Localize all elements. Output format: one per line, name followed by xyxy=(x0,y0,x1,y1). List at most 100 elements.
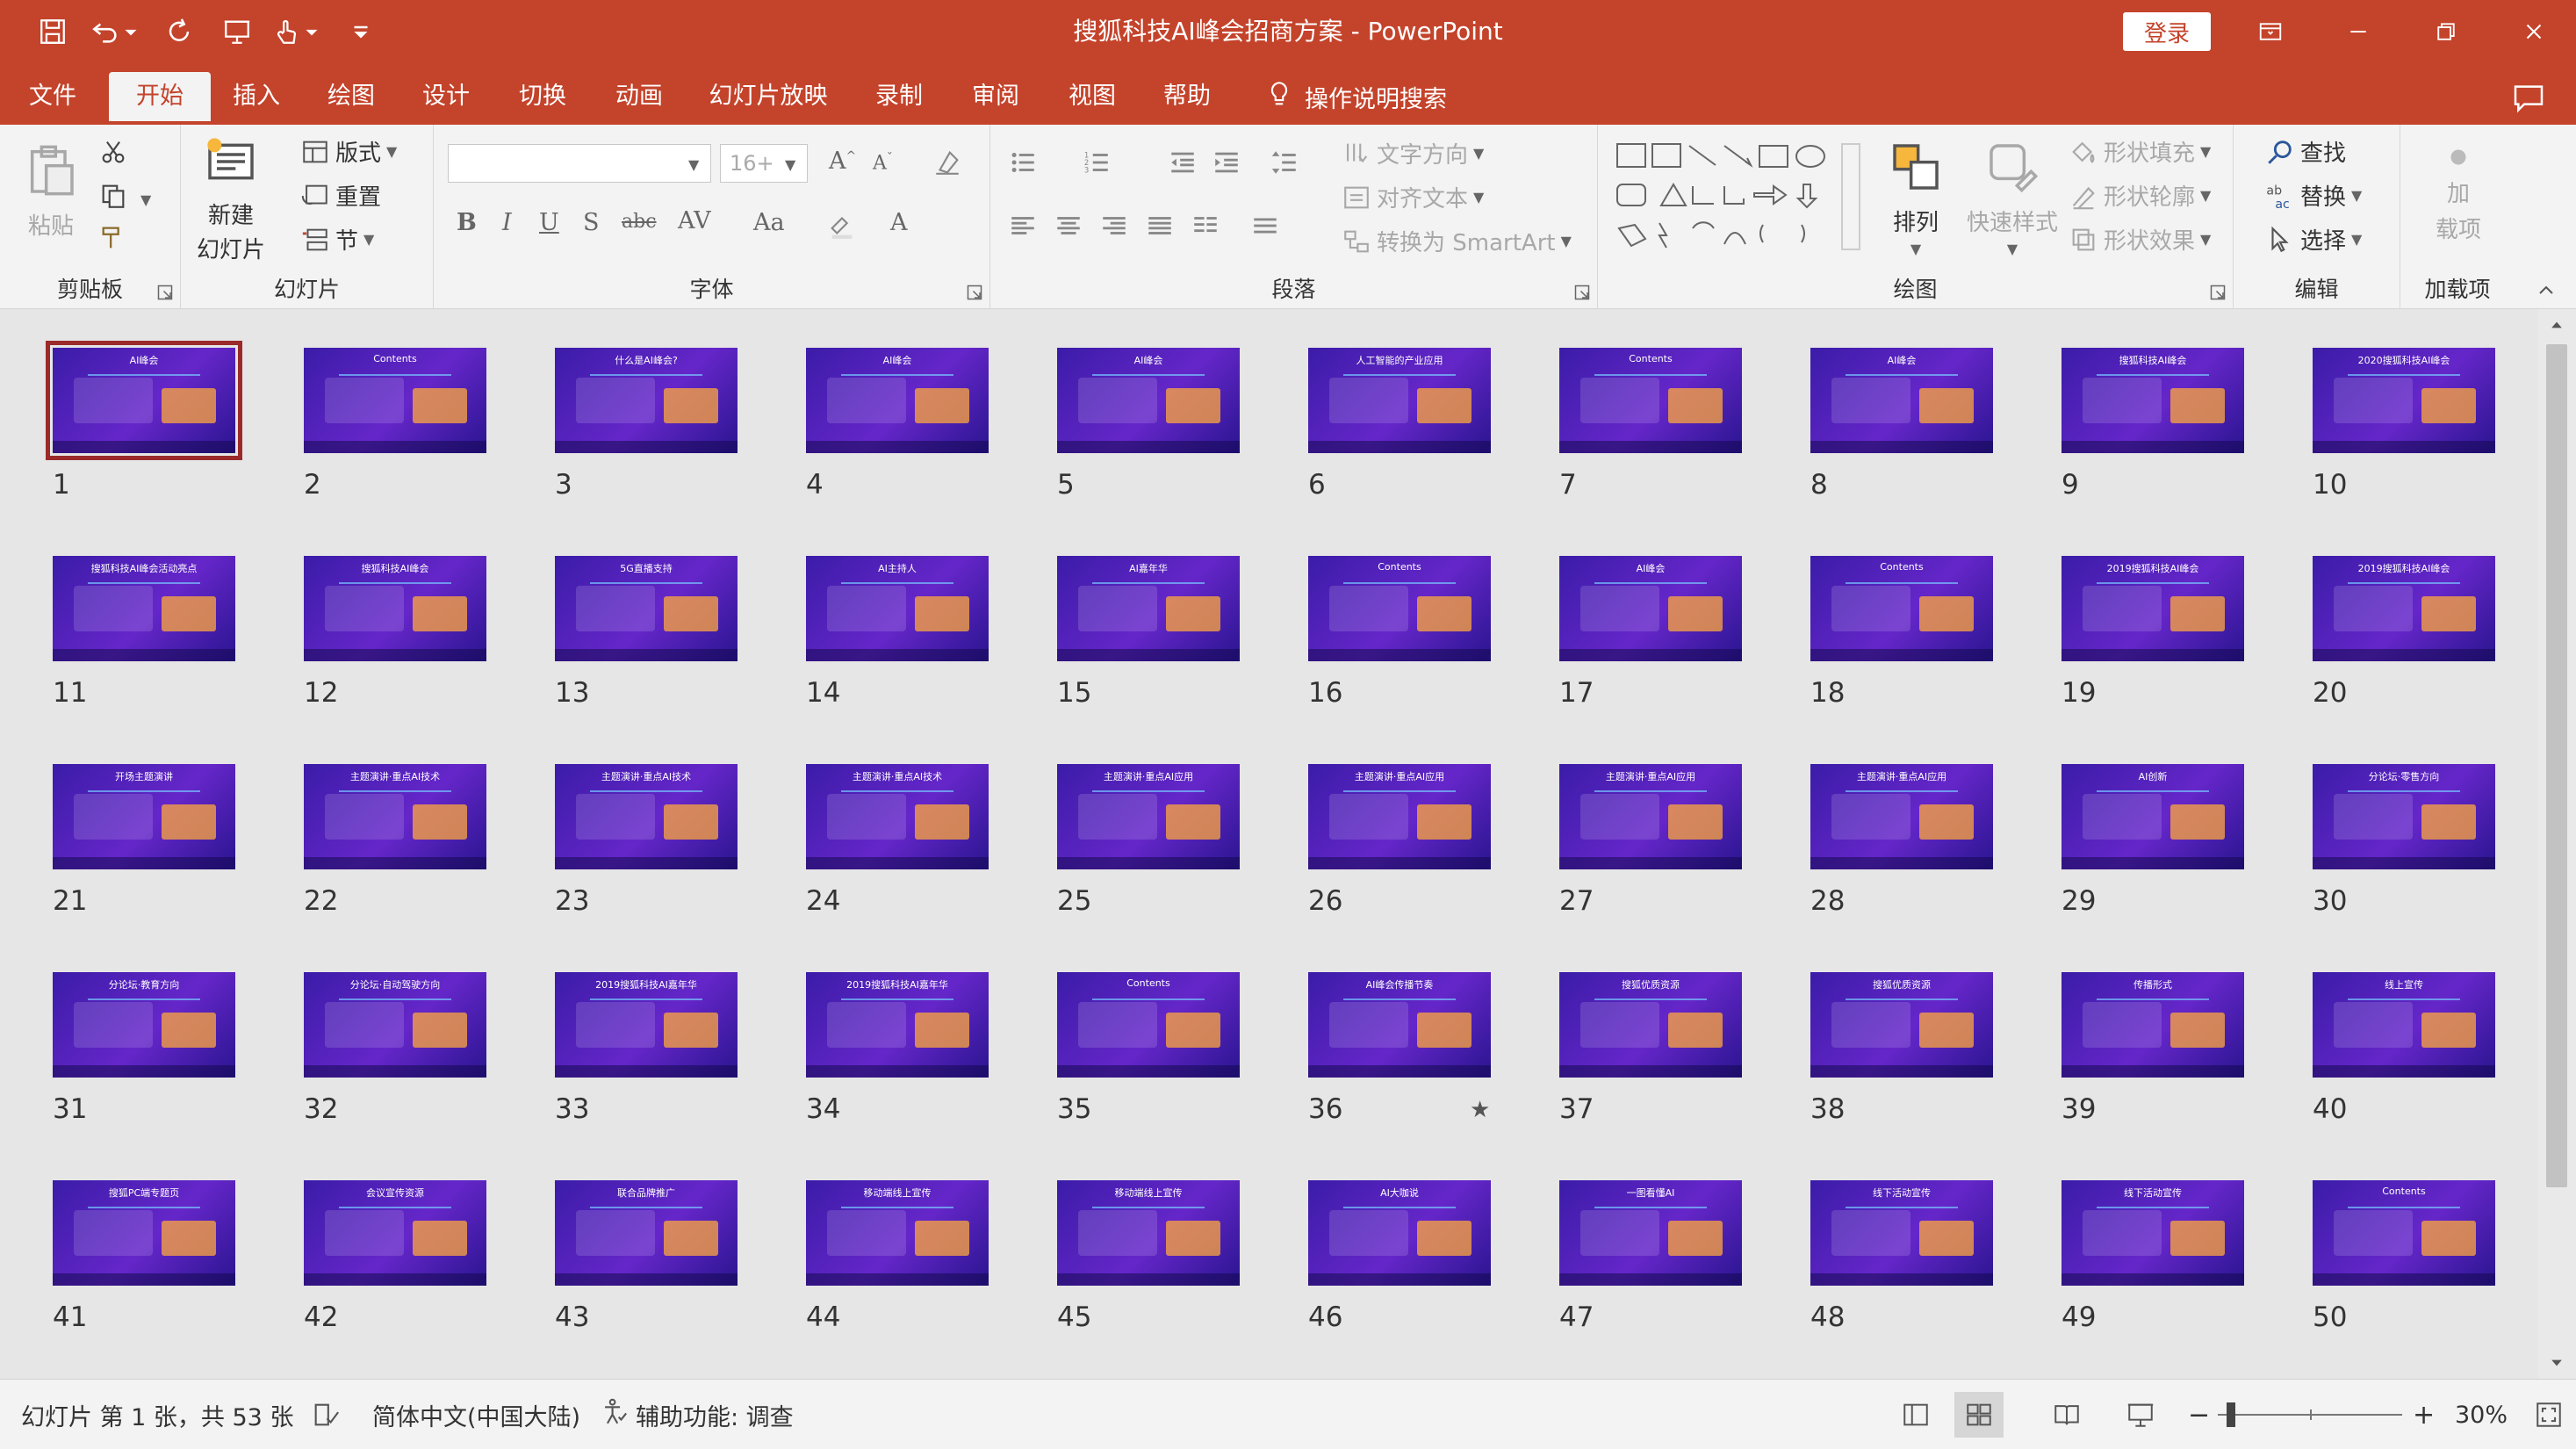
slide-thumbnail[interactable]: 搜狐优质资源 xyxy=(1810,972,1993,1078)
slide-thumbnail[interactable]: AI峰会 xyxy=(806,348,989,453)
save-icon[interactable] xyxy=(35,14,70,49)
slide-thumbnail[interactable]: 主题演讲·重点AI技术 xyxy=(555,764,738,869)
slide-thumbnail[interactable]: 线下活动宣传 xyxy=(1810,1180,1993,1286)
slide-thumbnail[interactable]: 5G直播支持 xyxy=(555,556,738,661)
slide-thumbnail[interactable]: 主题演讲·重点AI技术 xyxy=(806,764,989,869)
undo-icon[interactable] xyxy=(88,14,123,49)
touch-dropdown-icon[interactable] xyxy=(300,14,323,49)
slide-thumbnail[interactable]: 2019搜狐科技AI峰会 xyxy=(2062,556,2244,661)
replace-button[interactable]: ab ac 替换 ▼ xyxy=(2265,179,2362,212)
accessibility-status[interactable]: 辅助功能: 调查 xyxy=(599,1380,794,1449)
zoom-level[interactable]: 30% xyxy=(2455,1380,2508,1449)
tab-insert[interactable]: 插入 xyxy=(219,72,293,121)
numbering-icon[interactable]: 123 xyxy=(1082,148,1112,177)
slide-thumbnail[interactable]: Contents xyxy=(1057,972,1240,1078)
slide-thumbnail[interactable]: 线上宣传 xyxy=(2313,972,2495,1078)
slide-thumbnail[interactable]: AI嘉年华 xyxy=(1057,556,1240,661)
format-painter-icon[interactable] xyxy=(98,223,128,253)
slide-thumbnail[interactable]: 一图看懂AI xyxy=(1559,1180,1742,1286)
slide-thumbnail[interactable]: 什么是AI峰会? xyxy=(555,348,738,453)
align-left-icon[interactable] xyxy=(1008,211,1038,241)
shape-effects-button[interactable]: 形状效果 ▼ xyxy=(2069,223,2211,256)
tab-transitions[interactable]: 切换 xyxy=(506,72,579,121)
tab-review[interactable]: 审阅 xyxy=(959,72,1033,121)
slide-thumbnail[interactable]: Contents xyxy=(2313,1180,2495,1286)
reset-button[interactable]: 重置 xyxy=(300,179,381,212)
select-button[interactable]: 选择 ▼ xyxy=(2265,223,2362,256)
slideshow-start-icon[interactable] xyxy=(219,14,255,49)
shape-fill-button[interactable]: 形状填充 ▼ xyxy=(2069,135,2211,168)
strikethrough-icon[interactable]: abc xyxy=(622,211,657,233)
undo-dropdown-icon[interactable] xyxy=(119,14,142,49)
tab-draw[interactable]: 绘图 xyxy=(314,72,388,121)
slide-thumbnail[interactable]: 主题演讲·重点AI应用 xyxy=(1308,764,1491,869)
ribbon-display-options-icon[interactable] xyxy=(2230,0,2311,63)
cut-icon[interactable] xyxy=(98,137,128,167)
align-center-icon[interactable] xyxy=(1054,211,1083,241)
quick-styles-button[interactable]: 快速样式 ▼ xyxy=(1967,139,2058,257)
slide-thumbnail[interactable]: 开场主题演讲 xyxy=(53,764,235,869)
slide-thumbnail[interactable]: 搜狐科技AI峰会 xyxy=(2062,348,2244,453)
slide-counter[interactable]: 幻灯片 第 1 张，共 53 张 xyxy=(21,1380,293,1449)
login-button[interactable]: 登录 xyxy=(2123,12,2211,51)
shape-outline-button[interactable]: 形状轮廓 ▼ xyxy=(2069,179,2211,212)
slide-thumbnail[interactable]: 搜狐科技AI峰会 xyxy=(304,556,486,661)
tab-view[interactable]: 视图 xyxy=(1055,72,1129,121)
zoom-slider-thumb[interactable] xyxy=(2227,1402,2235,1427)
slide-thumbnail[interactable]: 分论坛·教育方向 xyxy=(53,972,235,1078)
font-name-box[interactable] xyxy=(448,144,711,183)
slide-thumbnail[interactable]: Contents xyxy=(304,348,486,453)
arrange-button[interactable]: 排列 ▼ xyxy=(1888,139,1944,257)
align-text-button[interactable]: 对齐文本 ▼ xyxy=(1342,181,1484,213)
slide-thumbnail[interactable]: AI峰会 xyxy=(1057,348,1240,453)
scroll-down-icon[interactable] xyxy=(2537,1347,2576,1379)
slide-thumbnail[interactable]: 主题演讲·重点AI应用 xyxy=(1057,764,1240,869)
layout-button[interactable]: 版式 ▼ xyxy=(300,135,397,168)
scroll-up-icon[interactable] xyxy=(2537,309,2576,341)
slide-thumbnail[interactable]: AI峰会传播节奏 xyxy=(1308,972,1491,1078)
tab-design[interactable]: 设计 xyxy=(409,72,483,121)
slide-thumbnail[interactable]: AI创新 xyxy=(2062,764,2244,869)
paragraph-launcher-icon[interactable] xyxy=(1574,285,1590,300)
clear-formatting-icon[interactable] xyxy=(932,148,962,177)
convert-smartart-button[interactable]: 转换为 SmartArt ▼ xyxy=(1342,225,1572,257)
addins-button[interactable]: 加 载项 xyxy=(2436,142,2481,244)
slide-thumbnail[interactable]: 线下活动宣传 xyxy=(2062,1180,2244,1286)
text-direction-button[interactable]: 文字方向 ▼ xyxy=(1342,137,1484,169)
spellcheck-icon[interactable] xyxy=(311,1380,341,1449)
bold-icon[interactable]: B xyxy=(457,209,477,236)
collapse-ribbon-icon[interactable] xyxy=(2536,279,2557,300)
zoom-out-button[interactable]: − xyxy=(2188,1380,2210,1449)
slide-thumbnail[interactable]: 2019搜狐科技AI峰会 xyxy=(2313,556,2495,661)
new-slide-button[interactable]: 新建 幻灯片 xyxy=(197,133,265,264)
minimize-icon[interactable] xyxy=(2318,0,2399,63)
font-size-dropdown-icon[interactable]: ▼ xyxy=(785,156,795,173)
slide-thumbnail[interactable]: 搜狐科技AI峰会活动亮点 xyxy=(53,556,235,661)
slide-thumbnail[interactable]: 主题演讲·重点AI应用 xyxy=(1810,764,1993,869)
font-launcher-icon[interactable] xyxy=(967,285,982,300)
slide-thumbnail[interactable]: 联合品牌推广 xyxy=(555,1180,738,1286)
close-icon[interactable] xyxy=(2493,0,2574,63)
justify-icon[interactable] xyxy=(1145,211,1175,241)
find-button[interactable]: 查找 xyxy=(2265,135,2346,168)
columns-icon[interactable] xyxy=(1191,211,1220,241)
reading-view-button[interactable] xyxy=(2042,1392,2091,1438)
vertical-scrollbar[interactable] xyxy=(2537,309,2576,1379)
tab-home[interactable]: 开始 xyxy=(109,72,211,121)
line-spacing-icon[interactable] xyxy=(1270,148,1299,177)
tab-animations[interactable]: 动画 xyxy=(602,72,676,121)
normal-view-button[interactable] xyxy=(1891,1392,1940,1438)
slide-thumbnail[interactable]: AI大咖说 xyxy=(1308,1180,1491,1286)
tab-file[interactable]: 文件 xyxy=(16,72,90,121)
restore-icon[interactable] xyxy=(2406,0,2486,63)
slide-sorter-view-button[interactable] xyxy=(1954,1392,2004,1438)
shapes-gallery[interactable] xyxy=(1612,137,1867,260)
paste-button[interactable]: 粘贴 xyxy=(23,142,79,241)
underline-icon[interactable]: U xyxy=(539,209,559,236)
italic-icon[interactable]: I xyxy=(502,209,512,236)
slide-thumbnail[interactable]: AI峰会 xyxy=(46,341,242,460)
redo-icon[interactable] xyxy=(162,14,197,49)
slide-thumbnail[interactable]: 传播形式 xyxy=(2062,972,2244,1078)
tab-record[interactable]: 录制 xyxy=(862,72,936,121)
slide-thumbnail[interactable]: Contents xyxy=(1308,556,1491,661)
